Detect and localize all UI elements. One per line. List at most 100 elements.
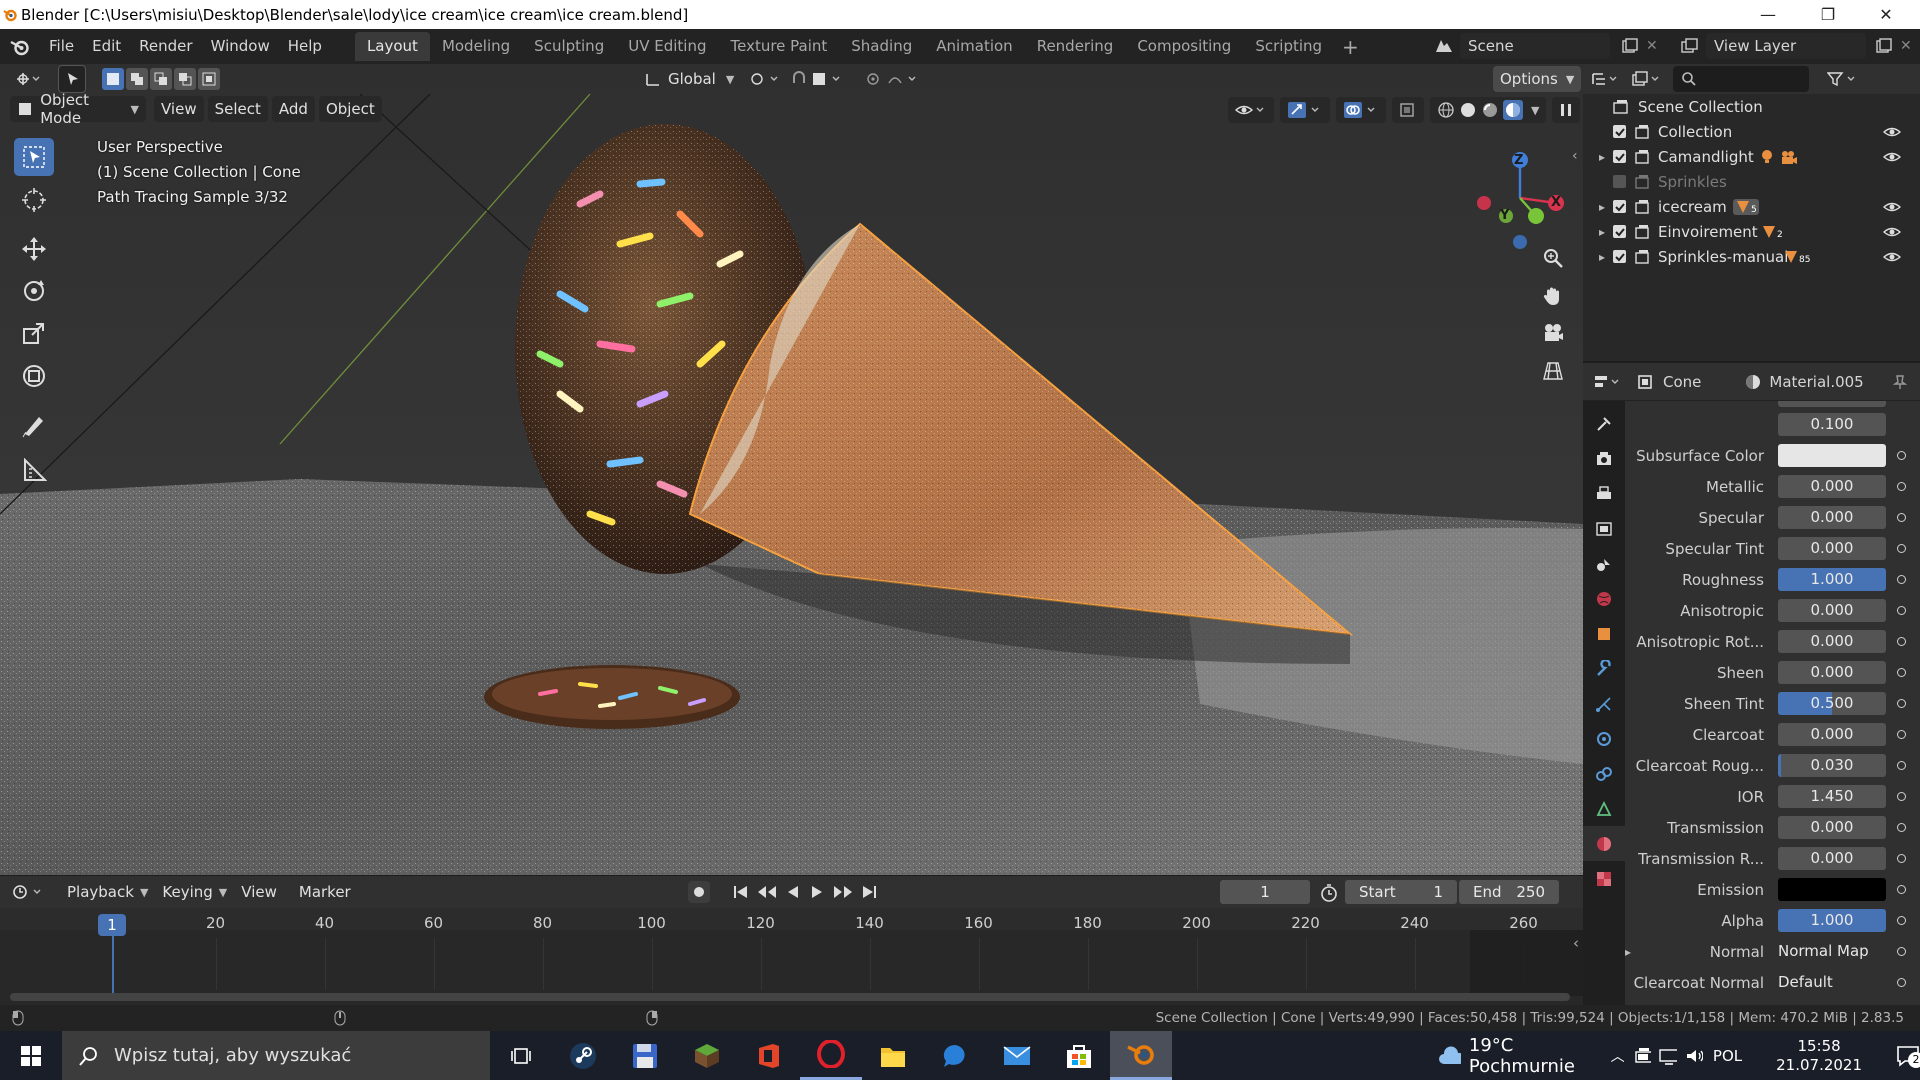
include-checkbox[interactable] [1613, 150, 1626, 163]
tab-data[interactable] [1583, 791, 1625, 826]
task-view-button[interactable] [490, 1031, 552, 1080]
menu-add[interactable]: Add [271, 96, 315, 122]
select-intersect-icon[interactable] [198, 68, 220, 90]
socket-dot[interactable] [1897, 792, 1906, 801]
perspective-toggle-icon[interactable] [1537, 354, 1569, 386]
socket-dot[interactable] [1897, 823, 1906, 832]
timeline-scrollbar[interactable] [10, 993, 1570, 1001]
view-layer-icon[interactable] [1674, 38, 1706, 54]
value-slider[interactable]: 1.000 [1778, 909, 1886, 932]
value-slider[interactable]: 0.000 [1778, 475, 1886, 498]
eye-visibility-icon[interactable] [1883, 250, 1901, 264]
solid-shading-icon[interactable] [1459, 101, 1477, 119]
outliner-root-row[interactable]: Scene Collection [1583, 94, 1920, 119]
tab-material[interactable] [1583, 826, 1625, 861]
current-frame-field[interactable]: 1 [1220, 880, 1310, 904]
save-app[interactable] [614, 1031, 676, 1080]
chevron-up-icon[interactable]: ︿ [1611, 1046, 1625, 1066]
tab-shading[interactable]: Shading [839, 32, 924, 61]
select-new-icon[interactable] [102, 68, 124, 90]
network-icon[interactable] [1659, 1047, 1677, 1065]
measure-tool[interactable] [14, 451, 54, 489]
socket-dot[interactable] [1897, 916, 1906, 925]
stopwatch-icon[interactable] [1320, 884, 1338, 902]
tab-texture[interactable] [1583, 861, 1625, 896]
value-slider[interactable]: 0.000 [1778, 630, 1886, 653]
notifications-button[interactable]: 2 [1896, 1045, 1920, 1068]
jump-end-icon[interactable] [860, 884, 878, 900]
sidebar-toggle-icon[interactable]: ‹ [1573, 934, 1579, 952]
socket-dot[interactable] [1897, 451, 1906, 460]
pin-icon[interactable] [1892, 374, 1908, 390]
socket-dot[interactable] [1897, 761, 1906, 770]
menu-select[interactable]: Select [207, 96, 268, 122]
tab-output[interactable] [1583, 476, 1625, 511]
expand-arrow-icon[interactable]: ▸ [1583, 200, 1613, 214]
visibility-icon[interactable] [1228, 97, 1274, 123]
color-swatch[interactable] [1778, 878, 1886, 901]
proportional-edit-icon[interactable] [858, 66, 932, 92]
tab-modifiers[interactable] [1583, 651, 1625, 686]
socket-dot[interactable] [1897, 544, 1906, 553]
outliner-row[interactable]: ▸ Einvoirement 2 [1583, 219, 1920, 244]
value-slider[interactable]: 0.000 [1778, 847, 1886, 870]
weather-text[interactable]: 19°C Pochmurnie [1469, 1035, 1597, 1077]
transform-orientation-dropdown[interactable]: Global ▼ [637, 66, 741, 92]
delete-view-layer-icon[interactable]: ✕ [1900, 38, 1912, 54]
include-checkbox[interactable] [1613, 200, 1626, 213]
expand-arrow-icon[interactable]: ▸ [1583, 225, 1613, 239]
outliner-row[interactable]: Sprinkles [1583, 169, 1920, 194]
close-button[interactable]: ✕ [1858, 0, 1914, 29]
play-reverse-icon[interactable] [784, 884, 802, 900]
outliner-row[interactable]: Collection [1583, 119, 1920, 144]
transform-tool[interactable] [14, 357, 54, 395]
jump-keyframe-back-icon[interactable] [756, 884, 778, 900]
filter-icon[interactable] [1827, 71, 1859, 87]
playback-menu[interactable]: Playback ▼ [60, 879, 155, 905]
start-button[interactable] [0, 1031, 62, 1080]
socket-dot[interactable] [1897, 606, 1906, 615]
outliner-row[interactable]: ▸ icecream 5 [1583, 194, 1920, 219]
scale-tool[interactable] [14, 314, 54, 352]
play-icon[interactable] [808, 884, 826, 900]
socket-dot[interactable] [1897, 575, 1906, 584]
socket-dot[interactable] [1897, 947, 1906, 956]
include-checkbox[interactable] [1613, 125, 1626, 138]
tab-animation[interactable]: Animation [924, 32, 1024, 61]
tab-layout[interactable]: Layout [354, 32, 430, 61]
outliner-editor-icon[interactable] [1591, 71, 1621, 87]
chevron-down-icon[interactable]: ▼ [1531, 104, 1539, 117]
value-slider[interactable]: 0.500 [1778, 692, 1886, 715]
eye-visibility-icon[interactable] [1883, 150, 1901, 164]
menu-render[interactable]: Render [130, 29, 201, 64]
tab-view-layer[interactable] [1583, 511, 1625, 546]
move-tool[interactable] [14, 230, 54, 268]
select-tool[interactable] [14, 138, 54, 176]
tab-texture-paint[interactable]: Texture Paint [718, 32, 839, 61]
properties-editor-icon[interactable] [1593, 374, 1623, 390]
menu-edit[interactable]: Edit [83, 29, 130, 64]
menu-help[interactable]: Help [279, 29, 331, 64]
tab-rendering[interactable]: Rendering [1025, 32, 1126, 61]
socket-dot[interactable] [1897, 978, 1906, 987]
taskbar-search-box[interactable]: Wpisz tutaj, aby wyszukać [62, 1031, 490, 1080]
socket-dot[interactable] [1897, 668, 1906, 677]
material-name[interactable]: Material.005 [1769, 373, 1863, 391]
tab-particles[interactable] [1583, 686, 1625, 721]
timeline-view-menu[interactable]: View [234, 879, 284, 905]
value-slider[interactable]: 0.000 [1778, 661, 1886, 684]
material-shading-icon[interactable] [1481, 101, 1499, 119]
zoom-icon[interactable] [1537, 242, 1569, 274]
expand-arrow-icon[interactable]: ▸ [1625, 945, 1631, 959]
marker-menu[interactable]: Marker [292, 879, 358, 905]
store-app[interactable] [1048, 1031, 1110, 1080]
camera-view-icon[interactable] [1537, 317, 1569, 349]
messenger-app[interactable] [924, 1031, 986, 1080]
minecraft-app[interactable] [676, 1031, 738, 1080]
menu-file[interactable]: File [40, 29, 83, 64]
options-dropdown[interactable]: Options ▼ [1493, 66, 1582, 92]
select-subtract-icon[interactable] [150, 68, 172, 90]
socket-dot[interactable] [1897, 513, 1906, 522]
eye-visibility-icon[interactable] [1883, 125, 1901, 139]
menu-window[interactable]: Window [202, 29, 279, 64]
